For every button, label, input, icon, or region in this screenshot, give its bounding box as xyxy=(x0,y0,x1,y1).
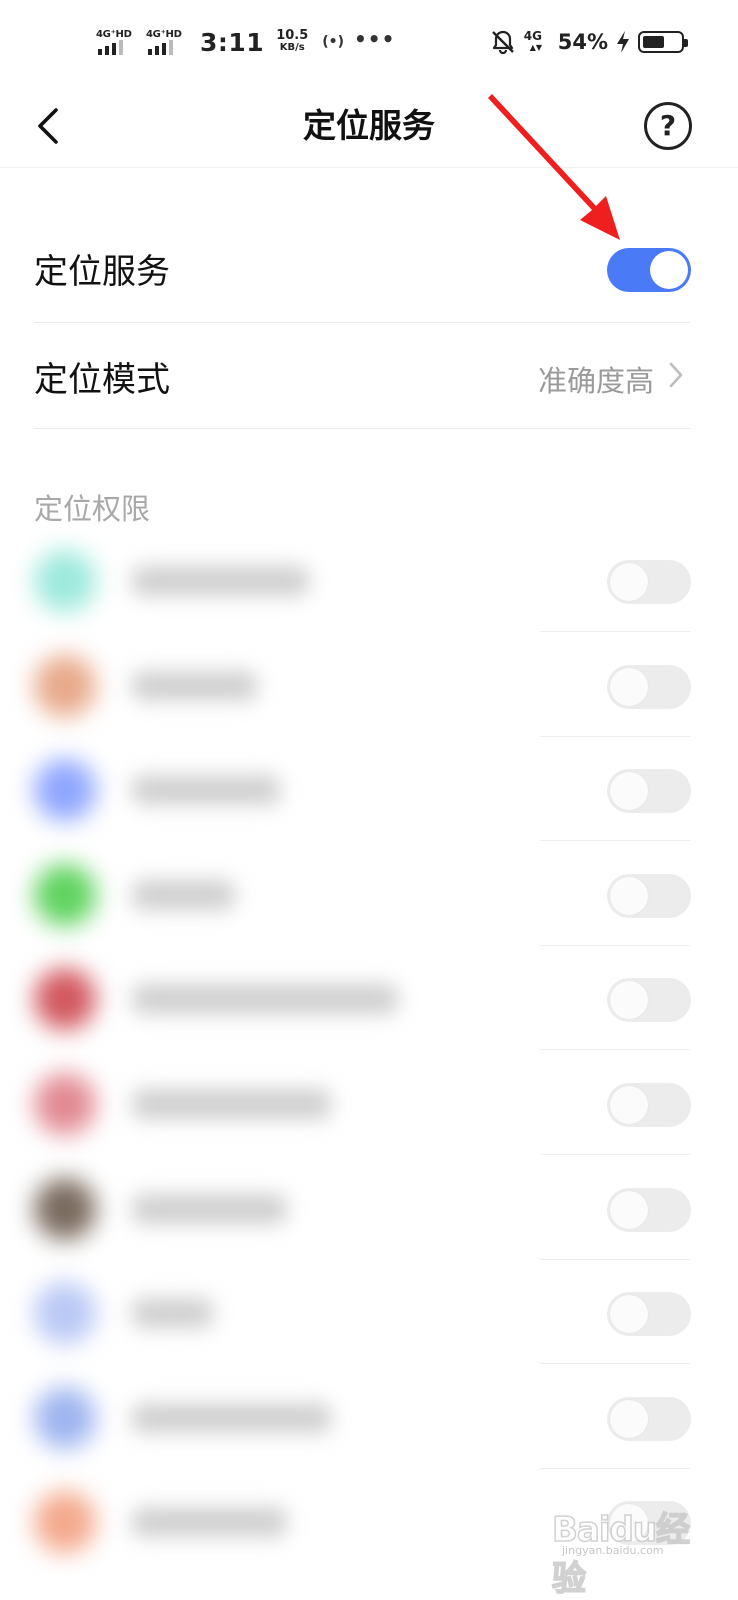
app-name-blurred xyxy=(132,566,309,596)
status-bar-left: 4G⁺HD 4G⁺HD 3:11 10.5 KB/s (•) ••• xyxy=(96,20,395,64)
app-location-toggle[interactable] xyxy=(607,1292,691,1336)
app-location-toggle[interactable] xyxy=(607,665,691,709)
app-permission-row[interactable] xyxy=(0,633,738,737)
app-name-blurred xyxy=(132,880,235,910)
red-arrow-annotation xyxy=(488,94,620,240)
divider xyxy=(540,631,690,632)
divider xyxy=(540,1363,690,1364)
hotspot-icon: (•) xyxy=(322,34,345,50)
status-bar-right: 4G ▲▼ 54% xyxy=(490,20,688,64)
app-name-blurred xyxy=(132,671,257,701)
location-permissions-title: 定位权限 xyxy=(34,492,151,526)
location-mode-row[interactable]: 定位模式 准确度高 xyxy=(34,322,690,428)
app-icon xyxy=(34,655,96,717)
app-icon xyxy=(34,1178,96,1240)
signal-icon: 4G⁺HD xyxy=(96,26,136,58)
app-permission-row[interactable] xyxy=(0,737,738,841)
app-permission-row[interactable] xyxy=(0,1260,738,1364)
baidu-watermark: Baidu经验 jingyan.baidu.com xyxy=(551,1498,712,1600)
app-location-toggle[interactable] xyxy=(607,1188,691,1232)
app-location-toggle[interactable] xyxy=(607,1083,691,1127)
divider xyxy=(540,840,690,841)
location-service-toggle[interactable] xyxy=(607,248,691,292)
status-time: 3:11 xyxy=(200,27,265,57)
sim2-tag: 4G⁺HD xyxy=(146,29,182,40)
app-name-blurred xyxy=(132,775,280,805)
app-icon xyxy=(34,1073,96,1135)
app-name-blurred xyxy=(132,1403,331,1433)
status-bar: 4G⁺HD 4G⁺HD 3:11 10.5 KB/s (•) ••• 4G ▲▼… xyxy=(0,0,738,84)
divider xyxy=(540,1154,690,1155)
mute-bell-icon xyxy=(491,30,514,55)
app-name-blurred xyxy=(132,1089,331,1119)
signal-icon: 4G⁺HD xyxy=(146,26,186,58)
app-location-toggle[interactable] xyxy=(607,1397,691,1441)
app-location-toggle[interactable] xyxy=(607,560,691,604)
app-permission-row[interactable] xyxy=(0,1051,738,1155)
app-name-blurred xyxy=(132,1507,287,1537)
app-name-blurred xyxy=(132,984,398,1014)
more-dots-icon: ••• xyxy=(354,27,396,51)
battery-fill xyxy=(643,36,664,48)
help-icon[interactable]: ? xyxy=(644,102,692,150)
app-name-blurred xyxy=(132,1298,213,1328)
battery-percent: 54% xyxy=(557,30,608,54)
app-icon xyxy=(34,1387,96,1449)
network-speed: 10.5 KB/s xyxy=(276,28,309,54)
divider xyxy=(540,1049,690,1050)
app-location-toggle[interactable] xyxy=(607,769,691,813)
location-service-label: 定位服务 xyxy=(34,252,170,292)
app-name-blurred xyxy=(132,1194,287,1224)
app-location-toggle[interactable] xyxy=(607,978,691,1022)
app-icon xyxy=(34,1282,96,1344)
app-permission-list xyxy=(0,528,738,1600)
app-permission-row[interactable] xyxy=(0,1156,738,1260)
network-speed-value: 10.5 xyxy=(276,28,309,43)
app-permission-row[interactable] xyxy=(0,946,738,1050)
divider xyxy=(34,428,690,429)
app-icon xyxy=(34,550,96,612)
network-4g-icon: 4G ▲▼ xyxy=(523,29,543,52)
app-icon xyxy=(34,968,96,1030)
app-permission-row[interactable] xyxy=(0,528,738,632)
app-icon xyxy=(34,1491,96,1553)
app-location-toggle[interactable] xyxy=(607,874,691,918)
app-icon xyxy=(34,864,96,926)
chevron-right-icon xyxy=(669,362,683,388)
app-permission-row[interactable] xyxy=(0,842,738,946)
network-type-label: 4G xyxy=(523,29,542,43)
sim1-tag: 4G⁺HD xyxy=(96,29,132,40)
network-speed-unit: KB/s xyxy=(279,42,305,53)
location-mode-label: 定位模式 xyxy=(34,360,170,400)
location-mode-value: 准确度高 xyxy=(537,364,654,398)
app-permission-row[interactable] xyxy=(0,1365,738,1469)
watermark-url: jingyan.baidu.com xyxy=(562,1544,664,1557)
charging-icon xyxy=(617,31,629,53)
app-icon xyxy=(34,759,96,821)
battery-icon xyxy=(638,31,688,53)
